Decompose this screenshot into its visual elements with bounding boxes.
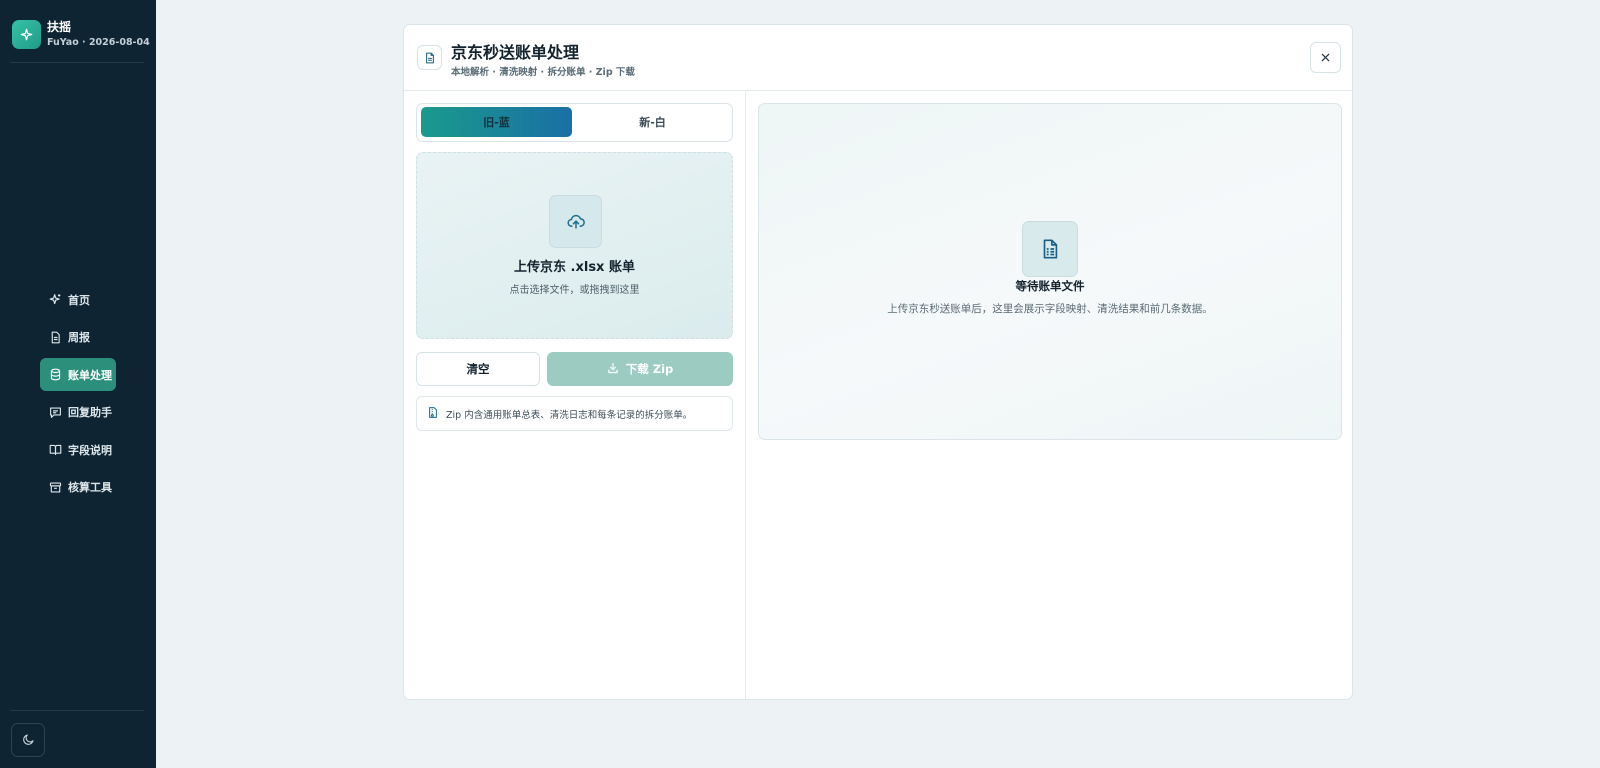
theme-toggle-button[interactable] [11,723,45,757]
sidebar-item-reply-assistant[interactable]: 回复助手 [40,396,116,429]
sidebar-item-label: 账单处理 [68,368,112,382]
upload-title: 上传京东 .xlsx 账单 [514,260,635,275]
upload-hint: 点击选择文件，或拖拽到这里 [509,285,640,296]
sidebar-item-accounting-tools[interactable]: 核算工具 [40,471,116,504]
sidebar-nav: 首页 周报 账单处理 回复助手 字段说明 核算工具 [40,283,116,508]
file-icon [417,45,442,70]
close-icon [1320,48,1331,67]
archive-icon [49,481,62,494]
cloud-upload-icon [549,195,602,248]
sidebar-item-weekly-report[interactable]: 周报 [40,321,116,354]
sidebar-item-field-guide[interactable]: 字段说明 [40,433,116,466]
database-icon [49,368,62,381]
sidebar-item-label: 核算工具 [68,481,112,494]
download-zip-button[interactable]: 下载 Zip [547,352,733,386]
download-label: 下载 Zip [625,362,674,376]
moon-icon [22,731,35,750]
sidebar-item-home[interactable]: 首页 [40,283,116,316]
template-switch: 旧-蓝 新-白 [416,103,733,142]
file-dropzone[interactable]: 上传京东 .xlsx 账单 点击选择文件，或拖拽到这里 [416,152,733,339]
download-icon [607,362,619,377]
sidebar-item-label: 字段说明 [68,443,112,457]
sparkle-icon [49,293,62,306]
close-button[interactable] [1310,42,1341,73]
upload-panel: 旧-蓝 新-白 上传京东 .xlsx 账单 点击选择文件，或拖拽到这里 清空 下… [404,91,746,699]
sparkle-icon [12,20,41,49]
sidebar-item-label: 回复助手 [68,406,112,419]
dialog-subtitle: 本地解析 · 清洗映射 · 拆分账单 · Zip 下载 [451,67,635,78]
clear-button[interactable]: 清空 [416,352,540,386]
sidebar-divider [10,62,144,63]
spreadsheet-file-icon [1022,221,1078,277]
sidebar-item-label: 首页 [68,293,90,307]
sidebar-divider [10,710,144,711]
preview-description: 上传京东秒送账单后，这里会展示字段映射、清洗结果和前几条数据。 [887,303,1213,315]
note-text: Zip 内含通用账单总表、清洗日志和每条记录的拆分账单。 [446,409,693,421]
sidebar-item-bill-processing[interactable]: 账单处理 [40,358,116,391]
bill-processing-dialog: 京东秒送账单处理 本地解析 · 清洗映射 · 拆分账单 · Zip 下载 旧-蓝… [403,24,1353,700]
zip-contents-note: Zip 内含通用账单总表、清洗日志和每条记录的拆分账单。 [416,396,733,431]
chat-icon [49,406,62,419]
sidebar-item-label: 周报 [68,331,90,344]
sidebar: 扶摇 FuYao · 2026-08-04 首页 周报 账单处理 回复助手 字段… [0,0,156,768]
dialog-title: 京东秒送账单处理 [451,43,580,62]
dialog-header: 京东秒送账单处理 本地解析 · 清洗映射 · 拆分账单 · Zip 下载 [404,25,1352,91]
preview-title: 等待账单文件 [1015,279,1085,293]
brand[interactable]: 扶摇 FuYao · 2026-08-04 [12,20,150,49]
brand-name: 扶摇 [47,20,72,34]
tab-new-white[interactable]: 新-白 [577,107,728,137]
tab-old-blue[interactable]: 旧-蓝 [421,107,572,137]
brand-subtitle: FuYao · 2026-08-04 [47,37,150,48]
zip-file-icon [427,404,439,423]
book-icon [49,443,62,456]
preview-panel: 等待账单文件 上传京东秒送账单后，这里会展示字段映射、清洗结果和前几条数据。 [758,103,1342,440]
document-icon [49,331,62,344]
